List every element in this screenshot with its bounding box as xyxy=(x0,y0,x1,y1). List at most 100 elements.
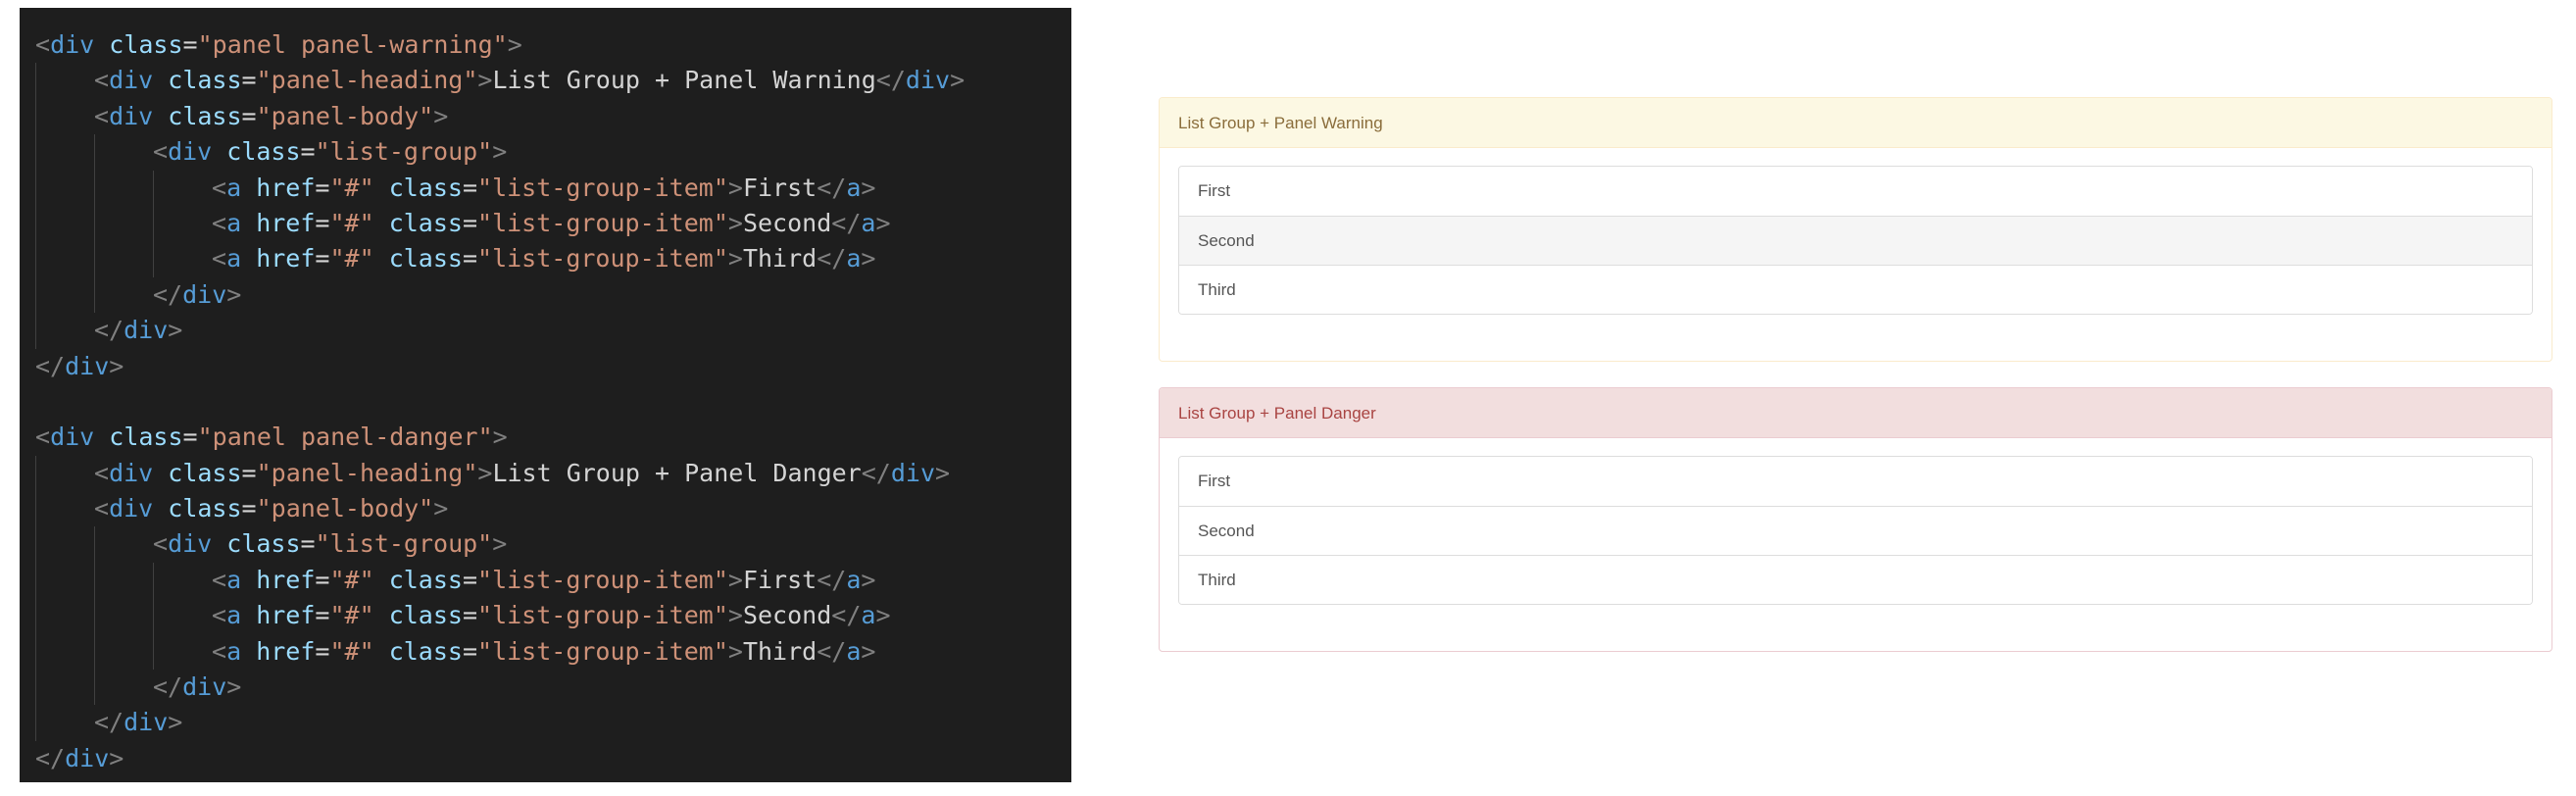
indent-guide xyxy=(35,241,94,277)
code-line: <a href="#" class="list-group-item">Thir… xyxy=(35,633,965,671)
code-token-bracket: > xyxy=(950,66,966,95)
indent-guide xyxy=(35,598,94,634)
indent-guide xyxy=(153,633,212,671)
code-token-bracket: < xyxy=(212,565,227,594)
indent-guide xyxy=(94,170,153,206)
code-line: <div class="list-group"> xyxy=(35,134,965,171)
code-token-str: "list-group-item" xyxy=(477,601,728,630)
code-token-tag: div xyxy=(65,351,110,380)
code-token-attr: class xyxy=(168,101,242,130)
code-editor[interactable]: <div class="panel panel-warning"> <div cl… xyxy=(20,8,1071,782)
indent-guide xyxy=(153,562,212,599)
list-group-item-first[interactable]: First xyxy=(1179,167,2532,216)
code-token-bracket: < xyxy=(35,30,51,59)
indent-guide xyxy=(35,705,94,741)
indent-guide xyxy=(153,598,212,634)
code-token-tag: div xyxy=(124,316,169,345)
code-token-bracket: > xyxy=(861,636,876,666)
code-line: </div> xyxy=(35,313,965,349)
code-token-bracket: > xyxy=(861,244,876,274)
code-token-bracket: > xyxy=(727,636,743,666)
indent-guide xyxy=(35,63,94,99)
code-line: <div class="panel-heading">List Group + … xyxy=(35,455,965,492)
list-group-danger: First Second Third xyxy=(1178,456,2533,605)
code-line: <div class="panel-body"> xyxy=(35,98,965,135)
code-token-attr: class xyxy=(168,66,242,95)
list-group-item-second[interactable]: Second xyxy=(1179,506,2532,555)
code-token-str: "panel-body" xyxy=(256,494,434,523)
code-token-bracket: > xyxy=(507,30,522,59)
code-line: <a href="#" class="list-group-item">Firs… xyxy=(35,170,965,206)
code-token-bracket: > xyxy=(492,423,508,452)
list-group-item-second[interactable]: Second xyxy=(1179,216,2532,265)
code-token-tag: div xyxy=(168,529,213,559)
code-token-str: "#" xyxy=(329,601,374,630)
code-line: </div> xyxy=(35,741,965,776)
code-token-bracket: > xyxy=(477,66,493,95)
code-token-eq: = xyxy=(241,458,257,487)
code-token-bracket: < xyxy=(212,601,227,630)
code-token-eq: = xyxy=(241,101,257,130)
code-line: <a href="#" class="list-group-item">Thir… xyxy=(35,241,965,277)
code-token-tag: div xyxy=(124,708,169,737)
list-group-item-first[interactable]: First xyxy=(1179,457,2532,506)
code-token-attr: class xyxy=(226,529,301,559)
code-token-tag: div xyxy=(905,66,951,95)
code-token-eq: = xyxy=(300,137,316,167)
code-token-tag: a xyxy=(226,173,242,202)
code-token-text: Third xyxy=(742,244,817,274)
code-token-bracket: > xyxy=(727,565,743,594)
code-token-str: "list-group-item" xyxy=(477,636,728,666)
code-token-eq: = xyxy=(462,208,478,237)
code-token-str: "list-group-item" xyxy=(477,208,728,237)
code-token-tag: a xyxy=(846,173,862,202)
code-token-tag: div xyxy=(50,423,95,452)
code-token-attr: class xyxy=(388,173,463,202)
code-token-tag: a xyxy=(226,565,242,594)
code-token-text: Second xyxy=(742,601,832,630)
code-token-text: Third xyxy=(742,636,817,666)
indent-guide xyxy=(35,313,94,349)
code-token-str: "panel panel-warning" xyxy=(197,30,508,59)
code-token-bracket: </ xyxy=(153,672,183,702)
code-token-text: First xyxy=(742,173,817,202)
code-line: <a href="#" class="list-group-item">Seco… xyxy=(35,598,965,634)
list-group-warning: First Second Third xyxy=(1178,166,2533,315)
code-token-bracket: < xyxy=(94,101,110,130)
code-token-bracket: > xyxy=(861,565,876,594)
code-token-tag: a xyxy=(846,244,862,274)
list-group-item-third[interactable]: Third xyxy=(1179,555,2532,604)
code-token-attr: href xyxy=(256,208,316,237)
list-group-item-third[interactable]: Third xyxy=(1179,265,2532,314)
panel-warning-heading: List Group + Panel Warning xyxy=(1160,98,2551,148)
code-token-str: "list-group" xyxy=(315,137,493,167)
panel-danger-heading: List Group + Panel Danger xyxy=(1160,388,2551,438)
code-token-bracket: > xyxy=(226,672,242,702)
code-line: </div> xyxy=(35,276,965,314)
code-token-bracket: </ xyxy=(94,708,124,737)
code-line: <a href="#" class="list-group-item">Firs… xyxy=(35,562,965,599)
code-content: <div class="panel panel-warning"> <div cl… xyxy=(35,27,965,776)
code-token-str: "#" xyxy=(329,636,374,666)
indent-guide xyxy=(94,134,153,171)
code-token-eq: = xyxy=(241,494,257,523)
code-token-attr: class xyxy=(388,244,463,274)
code-token-str: "list-group" xyxy=(315,529,493,559)
code-token-bracket: < xyxy=(94,66,110,95)
indent-guide xyxy=(35,562,94,599)
code-token-str: "panel-heading" xyxy=(256,66,478,95)
code-token-tag: div xyxy=(109,494,154,523)
code-token-bracket: > xyxy=(875,208,891,237)
